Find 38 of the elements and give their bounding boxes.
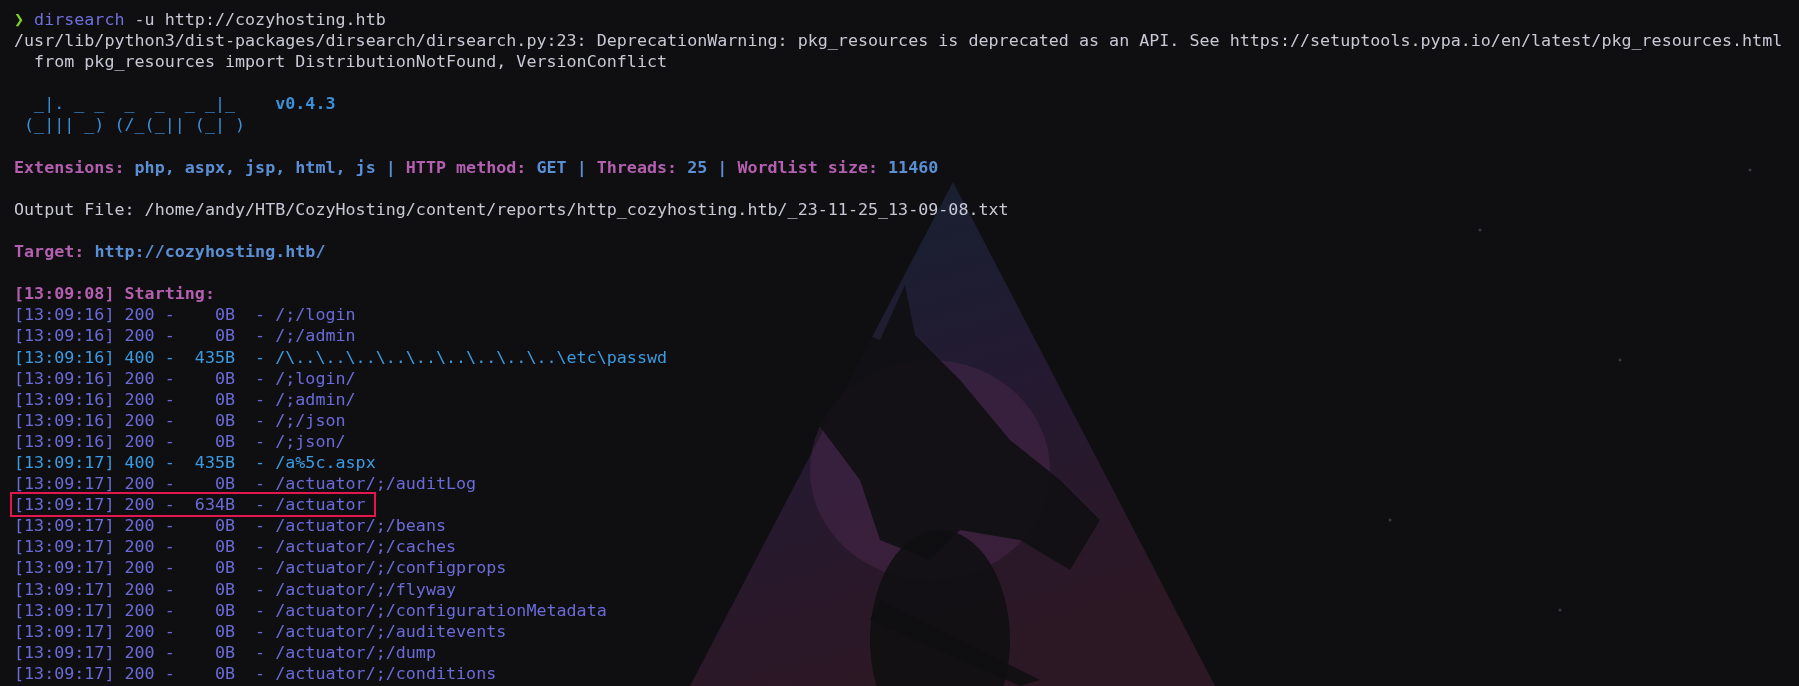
version-text: v0.4.3 (275, 93, 336, 115)
log-line: [13:09:16] 200 - 0B - /;/login (13, 303, 357, 327)
log-line: [13:09:17] 200 - 0B - /actuator/;/caches (13, 535, 458, 559)
setting-value: GET (536, 156, 567, 178)
setting-value: 11460 (888, 156, 939, 178)
setting-label: Threads: (596, 156, 678, 178)
log-line: [13:09:16] 200 - 0B - /;login/ (13, 366, 357, 390)
output-file-text: Output File: /home/andy/HTB/CozyHosting/content/reports/http_cozyhosting.htb/_23-11-25_13-09-08.txt (14, 198, 1009, 220)
log-line: [13:09:16] 200 - 0B - /;admin/ (13, 387, 357, 411)
log-line: [13:09:17] 200 - 0B - /actuator/;/dump (13, 640, 437, 664)
log-line: [13:09:16] 400 - 435B - /\..\..\..\..\..\..\..\..\..\etc\passwd (13, 345, 669, 369)
command-name: dirsearch (34, 9, 125, 31)
log-line: [13:09:17] 400 - 435B - /a%5c.aspx (13, 450, 377, 474)
setting-value: 25 (687, 156, 708, 178)
start-text: [13:09:08] Starting: (14, 283, 215, 305)
log-line: [13:09:17] 200 - 0B - /actuator/;/configurationMetadata (13, 598, 608, 622)
separator: | (717, 156, 728, 178)
banner-art: (_||| _) (/_(_|| (_| ) (23, 114, 246, 136)
warning-text: from pkg_resources import DistributionNotFound, VersionConflict (33, 51, 668, 73)
log-line: [13:09:16] 200 - 0B - /;/admin (13, 324, 357, 348)
target-label: Target: (14, 241, 85, 263)
log-line: [13:09:16] 200 - 0B - /;json/ (13, 429, 347, 453)
setting-label: Extensions: (14, 156, 125, 178)
command-arguments: -u http://cozyhosting.htb (134, 9, 386, 31)
warning-text: /usr/lib/python3/dist-packages/dirsearch/dirsearch.py:23: DeprecationWarning: pkg_resources is deprecated as an API. See https://setuptools.pypa.io/en/latest/pkg_resources.html (14, 30, 1783, 52)
setting-label: HTTP method: (405, 156, 527, 178)
log-line: [13:09:17] 200 - 0B - /actuator/;/configprops (13, 556, 508, 580)
setting-label: Wordlist size: (737, 156, 879, 178)
setting-value: php, aspx, jsp, html, js (134, 156, 376, 178)
log-line: [13:09:17] 200 - 0B - /actuator/;/flyway (13, 577, 458, 601)
separator: | (385, 156, 396, 178)
log-line: [13:09:17] 200 - 0B - /actuator/;/conditions (13, 661, 498, 685)
target-url: http://cozyhosting.htb/ (94, 241, 326, 263)
prompt-symbol: ❯ (14, 9, 25, 31)
log-line: [13:09:16] 200 - 0B - /;/json (13, 408, 347, 432)
separator: | (576, 156, 587, 178)
log-line: [13:09:17] 200 - 0B - /actuator/;/auditevents (13, 619, 508, 643)
banner-art: _|. _ _ _ _ _ _|_ (33, 93, 236, 115)
